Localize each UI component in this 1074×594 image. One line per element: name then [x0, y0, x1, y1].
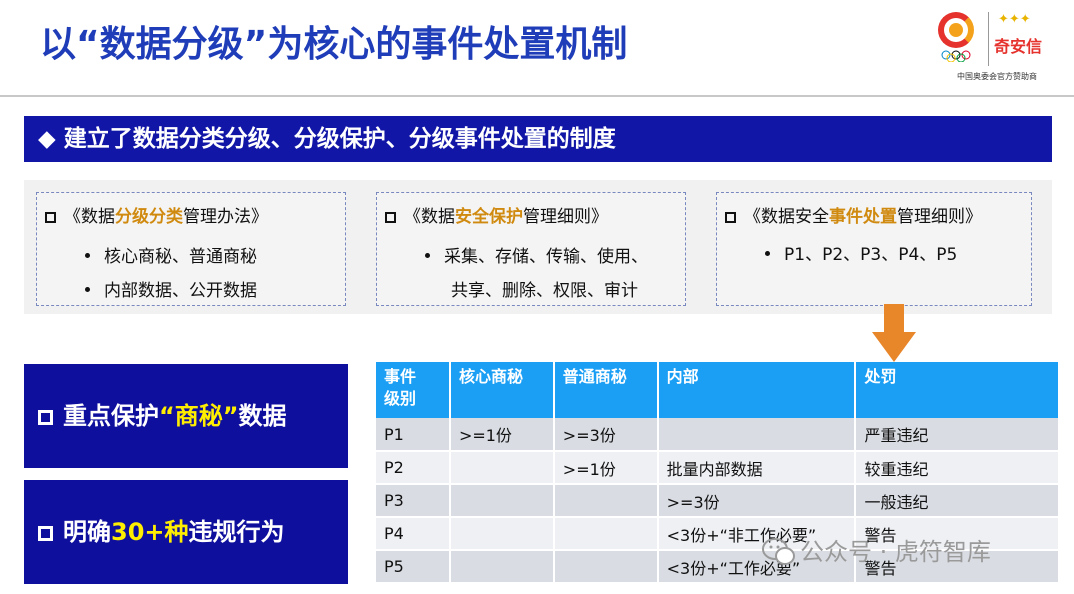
table-cell: P3 [376, 484, 451, 518]
list-item: 内部数据、公开数据 [85, 279, 257, 303]
key-protection-box: 重点保护“商秘”数据 [24, 364, 348, 468]
table-cell: 严重违纪 [855, 418, 1060, 452]
qianxin-emblem-icon: ✦✦✦ [998, 12, 1031, 27]
down-arrow-icon [872, 304, 916, 362]
column-header: 处罚 [855, 362, 1060, 418]
table-cell [449, 550, 555, 584]
bullet-dot-icon [765, 251, 770, 256]
table-cell: >=1份 [553, 451, 659, 485]
table-cell: 批量内部数据 [657, 451, 857, 485]
table-cell: 较重违纪 [855, 451, 1060, 485]
table-cell [449, 484, 555, 518]
bullet-dot-icon [85, 253, 90, 258]
table-header-row: 事件级别 核心商秘 普通商秘 内部 处罚 [376, 362, 1060, 418]
table-cell [449, 451, 555, 485]
olympic-rings-icon [941, 50, 971, 62]
logo-divider [988, 12, 989, 66]
title-pre: 《数据安全 [744, 207, 829, 227]
box-highlight: “商秘” [159, 402, 239, 430]
table-cell: P5 [376, 550, 451, 584]
logo-caption: 中国奥委会官方赞助商 [957, 72, 1037, 81]
list-item-text: P1、P2、P3、P4、P5 [784, 245, 958, 265]
bullet-dot-icon [85, 287, 90, 292]
table-cell [553, 517, 659, 551]
policy-card-protection: 《数据安全保护管理细则》 采集、存储、传输、使用、 共享、删除、权限、审计 [376, 192, 686, 306]
title-highlight: 分级分类 [115, 207, 183, 227]
title-pre: 《数据 [404, 207, 455, 227]
box-highlight: 30+种 [111, 518, 189, 546]
section-banner: ◆ 建立了数据分类分级、分级保护、分级事件处置的制度 [24, 116, 1052, 162]
list-item: 核心商秘、普通商秘 [85, 245, 257, 269]
title-post: 管理细则》 [523, 207, 608, 227]
column-header: 内部 [657, 362, 857, 418]
bullet-dot-icon [425, 253, 430, 258]
column-header: 核心商秘 [449, 362, 555, 418]
table-row: P2 >=1份 批量内部数据 较重违纪 [376, 451, 1060, 485]
table-cell: 一般违纪 [855, 484, 1060, 518]
page-title: 以“数据分级”为核心的事件处置机制 [40, 24, 628, 65]
checkbox-square-icon [38, 526, 53, 541]
policy-title: 《数据安全事件处置管理细则》 [725, 205, 982, 229]
column-header: 事件级别 [376, 362, 451, 418]
list-item: 共享、删除、权限、审计 [451, 279, 638, 303]
logo-brand: 奇安信 [994, 37, 1043, 56]
list-item-text: 内部数据、公开数据 [104, 281, 257, 301]
table-cell: P1 [376, 418, 451, 452]
logo-ring-center [949, 23, 963, 37]
header-text: 事件级别 [384, 367, 417, 408]
title-highlight: 事件处置 [829, 207, 897, 227]
title-highlight: 安全保护 [455, 207, 523, 227]
wechat-icon [762, 538, 795, 565]
table-cell: P4 [376, 517, 451, 551]
table-cell [553, 550, 659, 584]
box-text: 重点保护 [63, 402, 159, 430]
list-item: 采集、存储、传输、使用、 [425, 245, 648, 269]
checkbox-square-icon [38, 410, 53, 425]
checkbox-square-icon [385, 212, 396, 223]
table-cell [553, 484, 659, 518]
checkbox-square-icon [45, 212, 56, 223]
watermark-text: 公众号 · 虎符智库 [800, 538, 991, 566]
policy-card-classification: 《数据分级分类管理办法》 核心商秘、普通商秘 内部数据、公开数据 [36, 192, 346, 306]
list-item-text: 共享、删除、权限、审计 [451, 281, 638, 301]
table-cell: >=1份 [449, 418, 555, 452]
table-cell: >=3份 [553, 418, 659, 452]
table-cell [657, 418, 857, 452]
table-row: P1 >=1份 >=3份 严重违纪 [376, 418, 1060, 452]
violation-box: 明确30+种违规行为 [24, 480, 348, 584]
box-text: 数据 [238, 402, 287, 430]
title-divider [0, 95, 1074, 97]
sponsor-logo: ✦✦✦ 奇安信 中国奥委会官方赞助商 [932, 6, 1062, 86]
title-pre: 《数据 [64, 207, 115, 227]
policy-title: 《数据安全保护管理细则》 [385, 205, 608, 229]
table-cell: P2 [376, 451, 451, 485]
table-cell [449, 517, 555, 551]
policy-title: 《数据分级分类管理办法》 [45, 205, 268, 229]
list-item-text: 采集、存储、传输、使用、 [444, 247, 648, 267]
checkbox-square-icon [725, 212, 736, 223]
policy-card-incident: 《数据安全事件处置管理细则》 P1、P2、P3、P4、P5 [716, 192, 1032, 306]
list-item-text: 核心商秘、普通商秘 [104, 247, 257, 267]
title-post: 管理细则》 [897, 207, 982, 227]
box-text: 违规行为 [188, 518, 285, 546]
column-header: 普通商秘 [553, 362, 659, 418]
list-item: P1、P2、P3、P4、P5 [765, 243, 957, 267]
title-post: 管理办法》 [183, 207, 268, 227]
table-row: P3 >=3份 一般违纪 [376, 484, 1060, 518]
box-text: 明确 [63, 518, 111, 546]
table-cell: >=3份 [657, 484, 857, 518]
